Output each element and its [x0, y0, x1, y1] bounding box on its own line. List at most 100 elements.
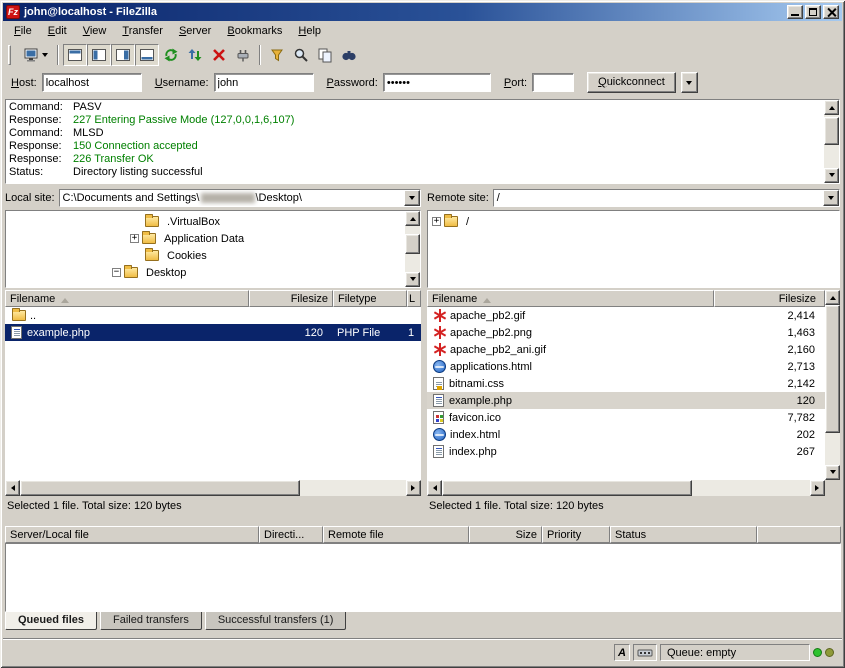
- scrollbar-track[interactable]: [405, 226, 420, 272]
- menu-item-server[interactable]: Server: [171, 22, 219, 40]
- close-button[interactable]: [823, 5, 839, 19]
- file-row[interactable]: applications.html 2,713: [427, 358, 825, 375]
- filter-button[interactable]: [265, 44, 289, 66]
- remote-tree-icon: [115, 47, 131, 63]
- chevron-down-icon: [828, 196, 834, 203]
- column-header-filetype[interactable]: Filetype: [333, 290, 407, 307]
- column-header-filename[interactable]: Filename: [5, 290, 249, 307]
- column-header-priority[interactable]: Priority: [542, 526, 610, 543]
- remote-list-scrollbar[interactable]: [825, 290, 840, 480]
- username-label: Username:: [155, 77, 209, 89]
- local-tree-scrollbar[interactable]: [405, 211, 420, 287]
- app-icon[interactable]: Fz: [6, 5, 20, 19]
- scroll-down-button[interactable]: [824, 168, 839, 183]
- file-row-selected[interactable]: example.php 120: [427, 392, 825, 409]
- file-row[interactable]: index.php 267: [427, 443, 825, 460]
- remote-list-hscrollbar[interactable]: [427, 480, 825, 496]
- scroll-up-button[interactable]: [405, 211, 420, 226]
- quickconnect-dropdown-button[interactable]: [681, 72, 698, 93]
- collapse-icon[interactable]: −: [112, 268, 121, 277]
- remote-site-combobox[interactable]: /: [493, 189, 840, 207]
- scroll-right-button[interactable]: [810, 480, 825, 496]
- process-queue-button[interactable]: [183, 44, 207, 66]
- file-row[interactable]: apache_pb2.gif 2,414: [427, 307, 825, 324]
- scrollbar-thumb[interactable]: [442, 480, 692, 496]
- minimize-button[interactable]: [787, 5, 803, 19]
- tab-failed-transfers[interactable]: Failed transfers: [100, 612, 202, 630]
- compare-icon: [317, 47, 333, 63]
- cancel-operation-button[interactable]: [207, 44, 231, 66]
- tree-item-root[interactable]: +/: [428, 213, 839, 230]
- scrollbar-thumb[interactable]: [825, 305, 840, 433]
- column-header-filename[interactable]: Filename: [427, 290, 714, 307]
- folder-icon: [444, 216, 458, 227]
- column-header-filesize[interactable]: Filesize: [714, 290, 825, 307]
- menu-item-edit[interactable]: Edit: [40, 22, 75, 40]
- toggle-remote-tree-button[interactable]: [111, 44, 135, 66]
- disconnect-button[interactable]: [231, 44, 255, 66]
- column-header-remote-file[interactable]: Remote file: [323, 526, 469, 543]
- log-scrollbar[interactable]: [824, 100, 839, 183]
- tab-queued-files[interactable]: Queued files: [5, 612, 97, 630]
- scroll-up-button[interactable]: [825, 290, 840, 305]
- file-name-cell: favicon.ico: [427, 409, 714, 426]
- column-header-filesize[interactable]: Filesize: [249, 290, 333, 307]
- file-row[interactable]: apache_pb2_ani.gif 2,160: [427, 341, 825, 358]
- scroll-right-button[interactable]: [406, 480, 421, 496]
- local-site-dropdown-button[interactable]: [404, 190, 420, 206]
- scrollbar-thumb[interactable]: [20, 480, 300, 496]
- tree-item-application-data[interactable]: +Application Data: [6, 230, 420, 247]
- port-input[interactable]: [532, 73, 574, 92]
- host-input[interactable]: [42, 73, 142, 92]
- search-button[interactable]: [337, 44, 361, 66]
- scroll-up-button[interactable]: [824, 100, 839, 115]
- local-list-hscrollbar[interactable]: [5, 480, 421, 496]
- column-header-size[interactable]: Size: [469, 526, 542, 543]
- menu-item-file[interactable]: File: [6, 22, 40, 40]
- scroll-down-button[interactable]: [825, 465, 840, 480]
- column-header-direction[interactable]: Directi...: [259, 526, 323, 543]
- find-files-button[interactable]: [289, 44, 313, 66]
- toggle-local-tree-button[interactable]: [87, 44, 111, 66]
- toolbar-grip[interactable]: [8, 45, 11, 65]
- scrollbar-track[interactable]: [20, 480, 406, 496]
- column-header-last-modified[interactable]: L: [407, 290, 421, 307]
- menu-item-view[interactable]: View: [75, 22, 115, 40]
- refresh-button[interactable]: [159, 44, 183, 66]
- menu-item-bookmarks[interactable]: Bookmarks: [219, 22, 290, 40]
- file-row[interactable]: bitnami.css 2,142: [427, 375, 825, 392]
- file-row[interactable]: ..: [5, 307, 421, 324]
- expand-icon[interactable]: +: [432, 217, 441, 226]
- scrollbar-thumb[interactable]: [405, 234, 420, 254]
- tab-successful-transfers[interactable]: Successful transfers (1): [205, 612, 347, 630]
- menu-item-transfer[interactable]: Transfer: [114, 22, 171, 40]
- file-row[interactable]: apache_pb2.png 1,463: [427, 324, 825, 341]
- quickconnect-button[interactable]: Quickconnect: [587, 72, 676, 93]
- maximize-button[interactable]: [805, 5, 821, 19]
- file-row[interactable]: index.html 202: [427, 426, 825, 443]
- toggle-transfer-queue-button[interactable]: [135, 44, 159, 66]
- scrollbar-track[interactable]: [824, 115, 839, 168]
- remote-site-dropdown-button[interactable]: [823, 190, 839, 206]
- username-input[interactable]: [214, 73, 314, 92]
- scrollbar-track[interactable]: [825, 305, 840, 465]
- tree-item-virtualbox[interactable]: .VirtualBox: [6, 213, 420, 230]
- menu-item-help[interactable]: Help: [290, 22, 329, 40]
- toggle-message-log-button[interactable]: [63, 44, 87, 66]
- tree-item-cookies[interactable]: Cookies: [6, 247, 420, 264]
- compare-directories-button[interactable]: [313, 44, 337, 66]
- local-site-combobox[interactable]: C:\Documents and Settings\\Desktop\: [59, 189, 421, 207]
- password-input[interactable]: [383, 73, 491, 92]
- scrollbar-thumb[interactable]: [824, 117, 839, 145]
- file-row-selected[interactable]: example.php 120 PHP File 1: [5, 324, 421, 341]
- scrollbar-track[interactable]: [442, 480, 810, 496]
- column-header-server-local-file[interactable]: Server/Local file: [5, 526, 259, 543]
- expand-icon[interactable]: +: [130, 234, 139, 243]
- column-header-status[interactable]: Status: [610, 526, 757, 543]
- scroll-down-button[interactable]: [405, 272, 420, 287]
- file-row[interactable]: favicon.ico 7,782: [427, 409, 825, 426]
- scroll-left-button[interactable]: [5, 480, 20, 496]
- scroll-left-button[interactable]: [427, 480, 442, 496]
- tree-item-desktop[interactable]: −Desktop: [6, 264, 420, 281]
- site-manager-button[interactable]: [17, 44, 53, 66]
